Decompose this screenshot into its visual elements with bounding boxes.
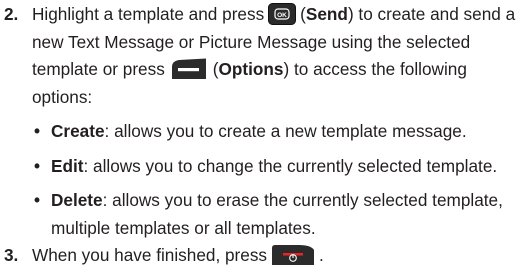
list-item-delete: • Delete: allows you to erase the current… <box>32 187 527 242</box>
left-soft-key-icon <box>169 58 209 80</box>
bullet-icon: • <box>34 155 41 176</box>
bullet-term: Edit <box>51 155 84 176</box>
list-item-edit: • Edit: allows you to change the currentl… <box>32 153 527 181</box>
step-2-text-a: Highlight a template and press <box>32 4 265 24</box>
bullet-icon: • <box>34 121 41 141</box>
step-3-paragraph: When you have finished, press. <box>32 242 529 270</box>
bullet-desc: : allows you to create a new template me… <box>104 121 467 141</box>
bullet-term: Create <box>51 121 105 141</box>
send-label: Send <box>305 4 348 24</box>
bullet-desc: : allows you to change the currently sel… <box>83 155 498 176</box>
manual-page: 2. Highlight a template and press OK (Send… <box>0 0 529 272</box>
step-3-text: When you have finished, press <box>32 245 268 265</box>
bullet-icon: • <box>34 190 41 210</box>
list-item-create: • Create: allows you to create a new temp… <box>32 118 527 146</box>
bullet-term: Delete <box>51 190 103 210</box>
options-list: • Create: allows you to create a new temp… <box>32 118 527 242</box>
step-number: 2. <box>4 4 19 24</box>
step-2: 2. Highlight a template and press OK (Send… <box>0 1 529 242</box>
options-label: Options <box>218 59 284 79</box>
step-3: 3. When you have finished, press. <box>0 242 529 270</box>
ok-key-label: OK <box>277 12 287 19</box>
step-number: 3. <box>4 245 19 265</box>
step-2-paragraph: Highlight a template and press OK (Send) t… <box>32 3 516 107</box>
end-power-key-icon <box>271 244 315 266</box>
bullet-desc: : allows you to erase the currently sele… <box>51 190 503 238</box>
ok-key-icon: OK <box>268 3 297 25</box>
step-3-end-punct: . <box>319 245 324 265</box>
